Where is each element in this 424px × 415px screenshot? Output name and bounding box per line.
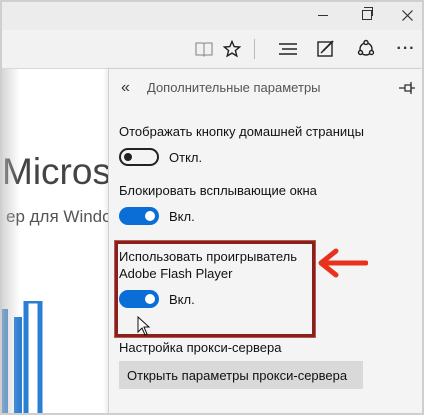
toggle-knob	[124, 153, 132, 161]
browser-toolbar: ···	[0, 30, 424, 69]
open-proxy-settings-button[interactable]: Открыть параметры прокси-сервера	[119, 361, 363, 389]
advanced-settings-panel: « Дополнительные параметры Отображать кн…	[108, 69, 424, 415]
more-button[interactable]: ···	[392, 36, 420, 62]
minimize-icon	[318, 14, 328, 16]
annotation-arrow-icon	[318, 248, 368, 278]
popup-block-toggle-state: Вкл.	[169, 209, 195, 224]
left-edge-shadow	[0, 69, 20, 415]
favorites-button[interactable]	[218, 36, 246, 62]
hub-icon	[279, 43, 297, 55]
home-button-toggle[interactable]	[119, 148, 159, 166]
reading-view-button[interactable]	[190, 36, 218, 62]
home-button-toggle-state: Откл.	[169, 150, 203, 165]
more-icon: ···	[396, 40, 416, 57]
share-icon	[357, 39, 375, 56]
maximize-button[interactable]	[352, 4, 382, 26]
browser-window: ··· Microso ер для Windo « Дополнительны…	[0, 0, 424, 415]
favorites-star-icon	[223, 40, 241, 58]
panel-header: « Дополнительные параметры	[109, 69, 424, 109]
title-bar	[0, 0, 424, 30]
hub-button[interactable]	[274, 36, 302, 62]
web-page-subtitle: ер для Windo	[6, 207, 108, 226]
pin-icon[interactable]	[397, 79, 417, 97]
toolbar-separator	[254, 39, 255, 59]
popup-block-setting-label: Блокировать всплывающие окна	[119, 183, 317, 198]
panel-title: Дополнительные параметры	[147, 80, 321, 95]
back-button[interactable]: «	[121, 79, 130, 97]
reading-view-icon	[195, 42, 213, 57]
popup-block-toggle[interactable]	[119, 207, 159, 225]
toggle-knob	[145, 211, 155, 221]
minimize-button[interactable]	[308, 4, 338, 26]
close-button[interactable]	[392, 4, 422, 26]
maximize-icon	[362, 7, 373, 20]
web-note-button[interactable]	[312, 36, 340, 62]
proxy-setting-label: Настройка прокси-сервера	[119, 340, 282, 355]
web-note-icon	[317, 40, 334, 57]
close-icon	[401, 9, 413, 21]
share-button[interactable]	[352, 36, 380, 62]
mouse-cursor-icon	[137, 316, 151, 336]
home-button-setting-label: Отображать кнопку домашней страницы	[119, 124, 364, 139]
